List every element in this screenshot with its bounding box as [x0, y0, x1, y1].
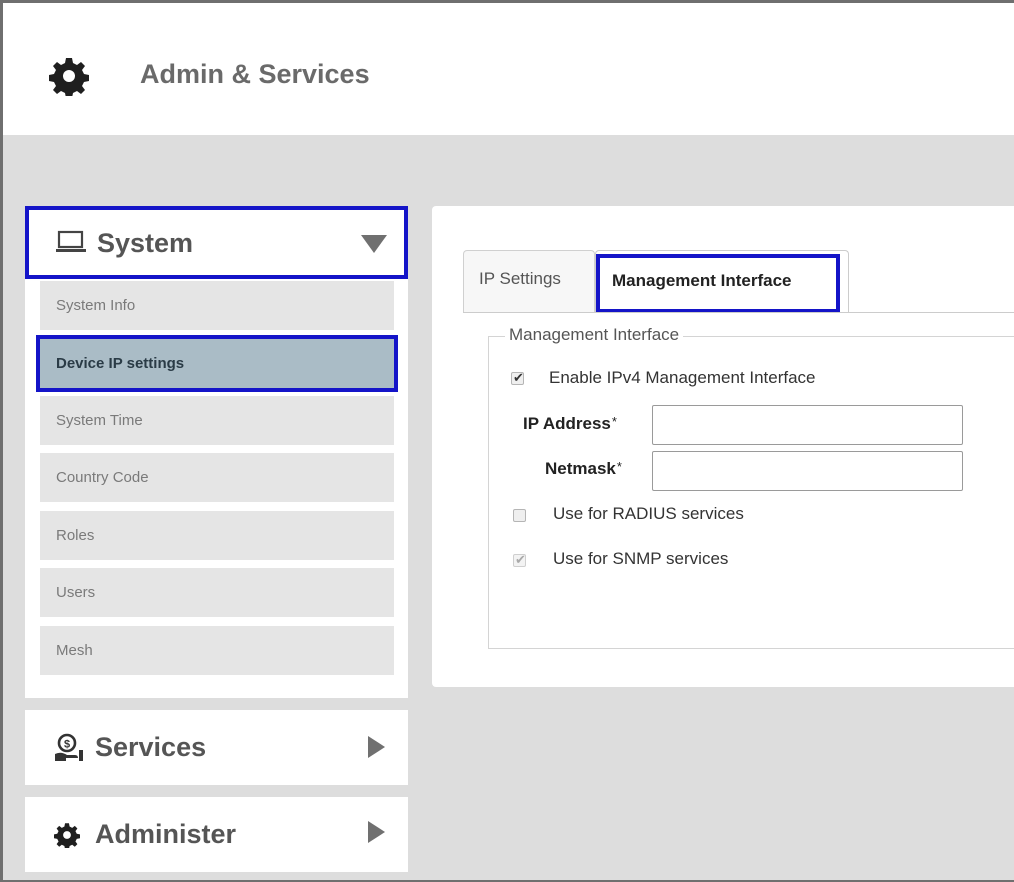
sidebar-section-services[interactable]: $ Services	[25, 710, 408, 785]
page-header: Admin & Services	[3, 3, 1014, 135]
page-title: Admin & Services	[140, 59, 370, 89]
sidebar-item-mesh[interactable]: Mesh	[40, 626, 394, 675]
laptop-icon	[56, 230, 86, 252]
radius-label: Use for RADIUS services	[553, 504, 744, 523]
checkmark-icon: ✔	[515, 552, 526, 567]
chevron-right-icon[interactable]	[368, 821, 385, 843]
checkmark-icon: ✔	[513, 370, 524, 385]
tab-management-interface[interactable]: Management Interface	[595, 250, 849, 313]
sidebar-section-label: Administer	[95, 819, 237, 849]
netmask-input[interactable]	[652, 451, 963, 491]
gear-icon	[49, 58, 89, 96]
services-icon: $	[55, 733, 83, 761]
sidebar-system-panel	[25, 206, 408, 698]
sidebar-section-system[interactable]: System	[25, 206, 408, 279]
sidebar-section-label: Services	[95, 732, 207, 762]
enable-ipv4-checkbox[interactable]: ✔	[511, 370, 524, 385]
sidebar-item-country-code[interactable]: Country Code	[40, 453, 394, 502]
tab-ip-settings[interactable]: IP Settings	[463, 250, 595, 312]
gear-icon	[54, 823, 80, 848]
radius-checkbox[interactable]	[513, 509, 526, 522]
sidebar-item-system-info[interactable]: System Info	[40, 281, 394, 330]
sidebar-item-system-time[interactable]: System Time	[40, 396, 394, 445]
enable-ipv4-label: Enable IPv4 Management Interface	[549, 368, 816, 387]
chevron-down-icon[interactable]	[361, 235, 387, 253]
sidebar-item-device-ip-settings[interactable]: Device IP settings	[40, 339, 394, 388]
svg-text:$: $	[64, 739, 70, 751]
snmp-checkbox[interactable]: ✔	[513, 552, 526, 567]
sidebar-section-administer[interactable]: Administer	[25, 797, 408, 872]
sidebar-item-users[interactable]: Users	[40, 568, 394, 617]
sidebar-section-label: System	[97, 228, 194, 258]
fieldset-legend: Management Interface	[505, 325, 684, 345]
ip-address-label: IP Address*	[523, 414, 617, 433]
netmask-label: Netmask*	[545, 459, 622, 478]
chevron-right-icon[interactable]	[368, 736, 385, 758]
tab-divider	[463, 312, 1014, 313]
snmp-label: Use for SNMP services	[553, 549, 729, 568]
ip-address-input[interactable]	[652, 405, 963, 445]
sidebar-item-roles[interactable]: Roles	[40, 511, 394, 560]
